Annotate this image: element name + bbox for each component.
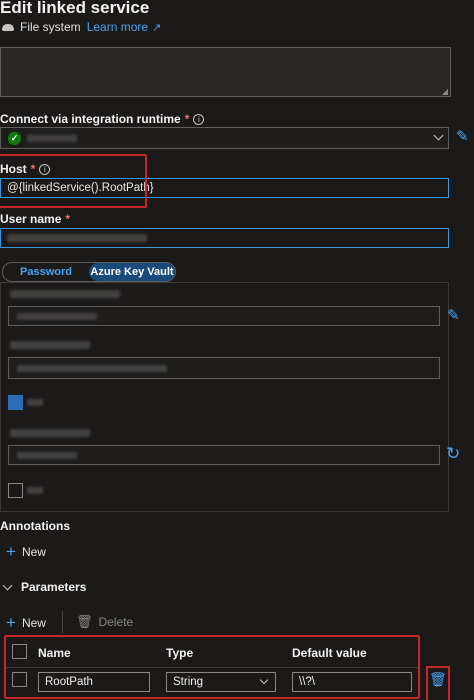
host-highlight-box (0, 154, 147, 208)
password-tab[interactable]: Password (3, 263, 89, 281)
parameters-section-header[interactable]: Parameters (2, 580, 86, 594)
external-link-icon: ↗ (152, 21, 162, 34)
azure-key-vault-tab[interactable]: Azure Key Vault (89, 263, 175, 281)
refresh-icon[interactable]: ↻ (446, 444, 460, 464)
username-label: User name * (0, 212, 70, 226)
edit-pencil-icon[interactable]: ✎ (447, 306, 460, 324)
secondary-checkbox[interactable] (8, 483, 43, 498)
checkbox-unchecked (8, 483, 23, 498)
info-icon[interactable]: i (193, 113, 205, 125)
parameters-highlight-box (4, 635, 420, 699)
subtitle-row: File system Learn more ↗ (2, 20, 161, 34)
required-mark: * (65, 212, 71, 226)
secret-name-input[interactable] (8, 357, 440, 379)
toolbar-divider (62, 611, 63, 633)
check-circle-icon: ✓ (8, 132, 21, 145)
auth-type-toggle: Password Azure Key Vault (2, 262, 176, 282)
new-annotation-label: New (21, 544, 46, 559)
learn-more-link[interactable]: Learn more ↗ (87, 20, 162, 34)
checkbox-checked (8, 395, 23, 410)
edit-pencil-icon[interactable]: ✎ (456, 127, 469, 145)
secret-version-label-redacted (10, 429, 90, 437)
annotations-label: Annotations (0, 519, 70, 533)
username-label-text: User name (0, 212, 62, 226)
secret-name-label-redacted (10, 341, 90, 349)
secret-version-value-redacted (17, 452, 77, 459)
delete-row-highlight (426, 666, 450, 700)
parameters-label-text: Parameters (21, 580, 87, 594)
chevron-down-icon (2, 580, 13, 591)
add-parameter-button[interactable]: + New (6, 614, 46, 631)
cloud-icon (2, 23, 14, 31)
chevron-down-icon (433, 130, 444, 141)
runtime-value-redacted (27, 135, 77, 142)
new-parameter-label: New (21, 615, 46, 630)
runtime-select[interactable]: ✓ (0, 127, 449, 149)
specify-checkbox[interactable] (8, 395, 43, 410)
secret-name-value-redacted (17, 365, 167, 372)
plus-icon: + (6, 542, 16, 561)
akv-linked-service-select[interactable] (8, 306, 440, 326)
page-title: Edit linked service (0, 0, 150, 17)
required-mark: * (184, 112, 190, 126)
trash-icon: 🗑 (76, 614, 93, 629)
runtime-label: Connect via integration runtime * i (0, 112, 205, 126)
checkbox-label-redacted (27, 487, 43, 494)
plus-icon: + (6, 613, 16, 632)
resize-handle-icon: ◢ (441, 87, 448, 96)
username-value-redacted (7, 234, 147, 242)
runtime-label-text: Connect via integration runtime (0, 112, 181, 126)
username-input[interactable] (0, 228, 449, 248)
delete-parameter-button[interactable]: 🗑 Delete (76, 614, 133, 630)
subtitle-text: File system (20, 20, 81, 34)
description-textarea[interactable]: ◢ (0, 47, 451, 97)
akv-linked-service-label-redacted (10, 290, 120, 298)
checkbox-label-redacted (27, 399, 43, 406)
add-annotation-button[interactable]: + New (6, 543, 46, 560)
learn-more-label: Learn more (86, 20, 149, 34)
delete-label: Delete (98, 615, 134, 629)
secret-version-select[interactable] (8, 445, 440, 465)
akv-value-redacted (17, 313, 97, 320)
